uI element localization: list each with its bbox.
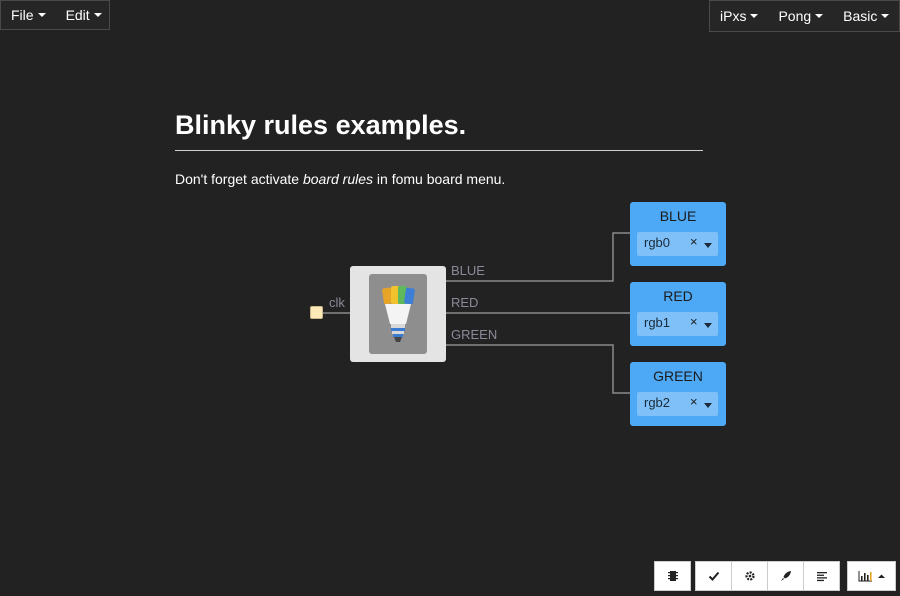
align-left-icon bbox=[816, 572, 827, 582]
chip-icon bbox=[667, 571, 678, 581]
rocket-icon bbox=[780, 571, 791, 581]
wire-label-red: RED bbox=[451, 295, 479, 310]
log-button[interactable] bbox=[803, 561, 840, 591]
board-button[interactable] bbox=[654, 561, 691, 591]
wire-label-blue: BLUE bbox=[451, 263, 485, 278]
output-block-blue[interactable]: BLUE rgb0 × bbox=[630, 202, 726, 266]
check-icon bbox=[708, 571, 719, 581]
pin-select-blue[interactable]: rgb0 × bbox=[637, 232, 718, 256]
pin-select-value: rgb2 bbox=[644, 395, 671, 410]
pin-select-green[interactable]: rgb2 × bbox=[637, 392, 718, 416]
output-title-blue: BLUE bbox=[659, 208, 697, 224]
output-title-red: RED bbox=[663, 288, 693, 304]
dropdown-arrow-icon[interactable] bbox=[704, 403, 712, 408]
dropdown-arrow-icon[interactable] bbox=[704, 323, 712, 328]
pin-select-value: rgb0 bbox=[644, 235, 671, 250]
output-block-red[interactable]: RED rgb1 × bbox=[630, 282, 726, 346]
gear-icon bbox=[744, 571, 755, 581]
bar-chart-icon bbox=[858, 571, 885, 582]
build-button[interactable] bbox=[731, 561, 768, 591]
output-block-green[interactable]: GREEN rgb2 × bbox=[630, 362, 726, 426]
clear-icon[interactable]: × bbox=[690, 314, 698, 329]
output-title-green: GREEN bbox=[653, 368, 703, 384]
clk-input-port[interactable] bbox=[310, 306, 323, 319]
pin-select-red[interactable]: rgb1 × bbox=[637, 312, 718, 336]
rgb-bulb-icon bbox=[382, 286, 415, 342]
clear-icon[interactable]: × bbox=[690, 394, 698, 409]
resources-button[interactable] bbox=[847, 561, 896, 591]
pin-select-value: rgb1 bbox=[644, 315, 671, 330]
wire-green[interactable] bbox=[446, 344, 630, 394]
wire-canvas bbox=[323, 232, 630, 394]
dropdown-arrow-icon[interactable] bbox=[704, 243, 712, 248]
rules-block[interactable] bbox=[350, 266, 446, 362]
clear-icon[interactable]: × bbox=[690, 234, 698, 249]
verify-button[interactable] bbox=[695, 561, 732, 591]
block-image bbox=[369, 274, 427, 354]
upload-button[interactable] bbox=[767, 561, 804, 591]
clk-label: clk bbox=[329, 295, 345, 310]
wire-label-green: GREEN bbox=[451, 327, 498, 342]
